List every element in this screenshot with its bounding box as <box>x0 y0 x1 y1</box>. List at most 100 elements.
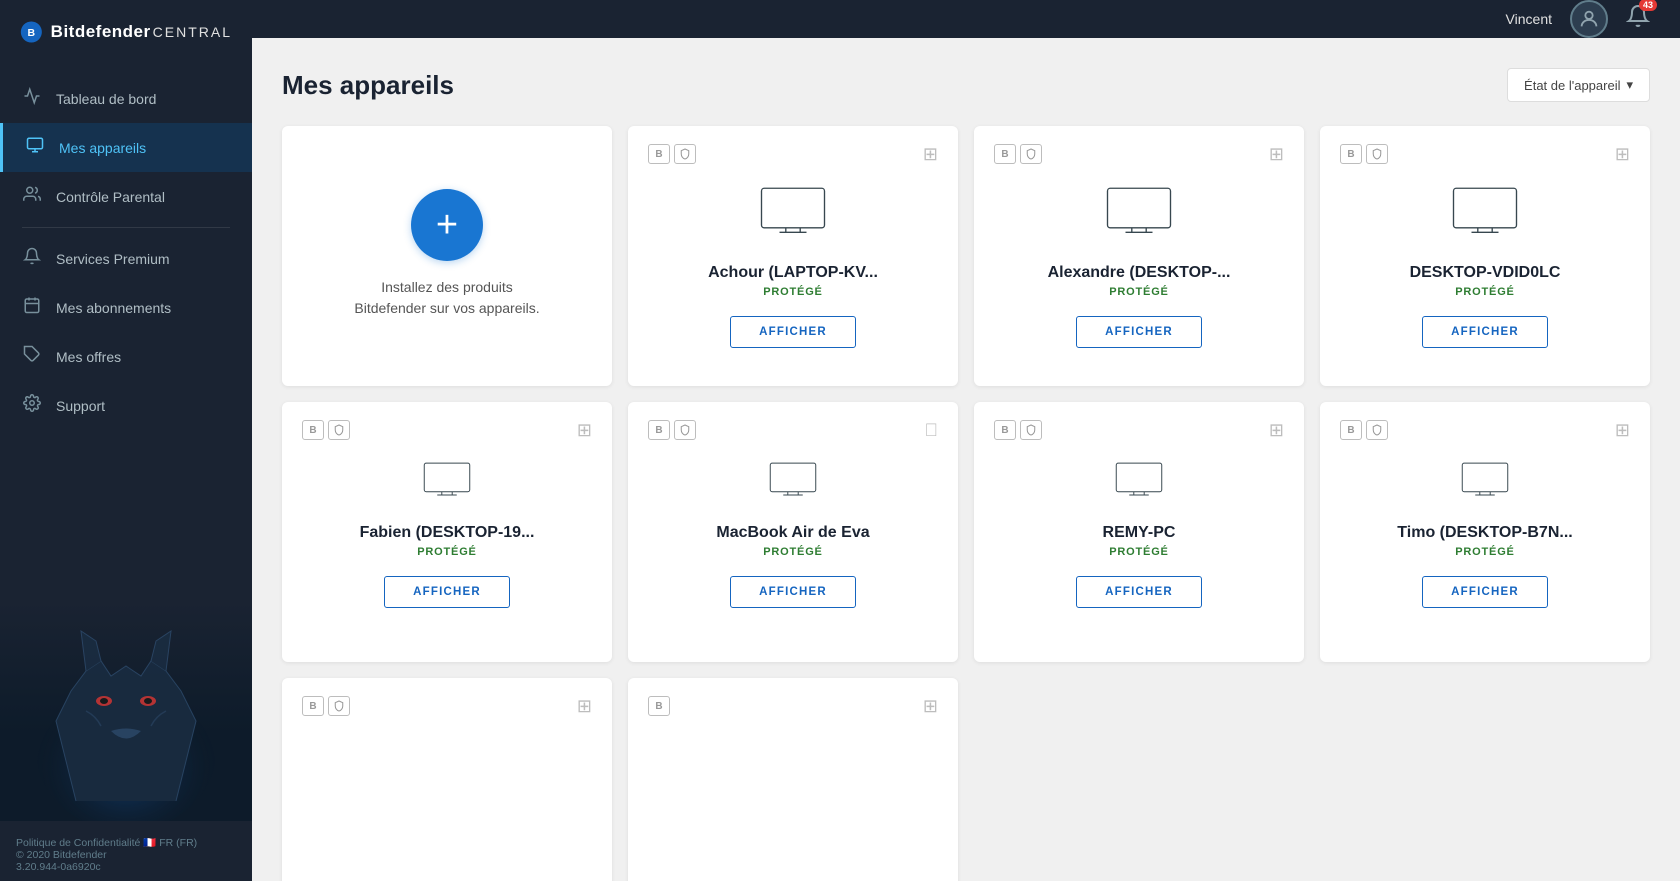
device-monitor-icon <box>1113 459 1165 508</box>
sidebar-item-label: Tableau de bord <box>56 91 156 107</box>
sidebar-item-label: Mes appareils <box>59 140 146 156</box>
windows-icon: ⊞ <box>923 144 938 165</box>
bitdefender-badge: B <box>994 144 1016 164</box>
afficher-button-3[interactable]: AFFICHER <box>384 576 510 608</box>
sidebar-item-label: Mes abonnements <box>56 300 171 316</box>
page-header: Mes appareils État de l'appareil ▾ <box>282 68 1650 102</box>
card-badges: B ⊞ <box>994 144 1284 165</box>
device-status: PROTÉGÉ <box>417 546 476 558</box>
device-monitor-icon <box>767 459 819 508</box>
sidebar-item-label: Services Premium <box>56 251 170 267</box>
afficher-button-1[interactable]: AFFICHER <box>1076 316 1202 348</box>
device-monitor-icon <box>421 459 473 508</box>
chart-icon <box>22 87 42 110</box>
device-status: PROTÉGÉ <box>763 546 822 558</box>
card-badges: B ⊞ <box>994 420 1284 441</box>
notification-count: 43 <box>1639 0 1657 11</box>
device-status: PROTÉGÉ <box>1109 546 1168 558</box>
windows-icon: ⊞ <box>1269 144 1284 165</box>
sidebar-item-services-premium[interactable]: Services Premium <box>0 234 252 283</box>
svg-text:B: B <box>28 27 36 39</box>
device-card-3: B ⊞ Fabien (DESKTOP-19... <box>282 402 612 662</box>
device-card-5: B ⊞ REMY-PC PROTÉGÉ <box>974 402 1304 662</box>
bitdefender-badge: B <box>648 420 670 440</box>
sidebar-item-mes-offres[interactable]: Mes offres <box>0 332 252 381</box>
wolf-illustration <box>0 601 252 821</box>
sidebar-item-mes-appareils[interactable]: Mes appareils <box>0 123 252 172</box>
main-content: Vincent 43 Mes appareils État de l'appar… <box>252 0 1680 881</box>
device-card-7: B ⊞ <box>282 678 612 881</box>
bitdefender-badge: B <box>994 420 1016 440</box>
card-badges: B ⊞ <box>302 696 592 717</box>
shield-badge <box>1366 420 1388 440</box>
afficher-button-2[interactable]: AFFICHER <box>1422 316 1548 348</box>
sidebar-item-mes-abonnements[interactable]: Mes abonnements <box>0 283 252 332</box>
device-status-filter[interactable]: État de l'appareil ▾ <box>1507 68 1650 102</box>
sidebar-item-controle-parental[interactable]: Contrôle Parental <box>0 172 252 221</box>
card-badges: B ⊞ <box>1340 420 1630 441</box>
device-card-6: B ⊞ Timo (DESKTOP-B7N... <box>1320 402 1650 662</box>
brand-name: BitdefenderCENTRAL <box>51 22 232 42</box>
windows-icon: ⊞ <box>1615 144 1630 165</box>
apple-icon:  <box>925 420 939 441</box>
device-monitor-icon <box>1103 183 1175 248</box>
privacy-link[interactable]: Politique de Confidentialité <box>16 837 140 849</box>
windows-icon: ⊞ <box>923 696 938 717</box>
sidebar-item-support[interactable]: Support <box>0 381 252 430</box>
avatar[interactable] <box>1570 0 1608 38</box>
calendar-icon <box>22 296 42 319</box>
device-name: Alexandre (DESKTOP-... <box>1048 264 1231 282</box>
add-card-text: Installez des produits Bitdefender sur v… <box>354 277 539 319</box>
flag-icon: 🇫🇷 <box>143 837 159 849</box>
windows-icon: ⊞ <box>1615 420 1630 441</box>
shield-badge <box>674 144 696 164</box>
notifications-bell[interactable]: 43 <box>1626 4 1650 34</box>
bitdefender-badge: B <box>648 696 670 716</box>
page-title: Mes appareils <box>282 70 454 101</box>
shield-badge <box>1020 144 1042 164</box>
bitdefender-badge: B <box>1340 420 1362 440</box>
bitdefender-badge: B <box>1340 144 1362 164</box>
device-name: MacBook Air de Eva <box>716 524 869 542</box>
device-name: Timo (DESKTOP-B7N... <box>1397 524 1572 542</box>
device-monitor-icon <box>1449 183 1521 248</box>
gear-icon <box>22 394 42 417</box>
device-name: REMY-PC <box>1103 524 1176 542</box>
version-text: 3.20.944-0a6920c <box>16 861 236 873</box>
sidebar-item-tableau-de-bord[interactable]: Tableau de bord <box>0 74 252 123</box>
add-device-card: + Installez des produits Bitdefender sur… <box>282 126 612 386</box>
page-content: Mes appareils État de l'appareil ▾ + Ins… <box>252 38 1680 881</box>
card-badges: B ⊞ <box>648 696 938 717</box>
chevron-down-icon: ▾ <box>1626 77 1633 93</box>
device-status: PROTÉGÉ <box>1109 286 1168 298</box>
device-status: PROTÉGÉ <box>1455 546 1514 558</box>
device-status: PROTÉGÉ <box>1455 286 1514 298</box>
filter-label: État de l'appareil <box>1524 78 1620 93</box>
shield-badge <box>328 696 350 716</box>
sidebar-item-label: Contrôle Parental <box>56 189 165 205</box>
language-label: FR (FR) <box>159 837 197 849</box>
device-card-2: B ⊞ DESKTOP-VDID0LC P <box>1320 126 1650 386</box>
device-status: PROTÉGÉ <box>763 286 822 298</box>
copyright-text: © 2020 Bitdefender <box>16 849 236 861</box>
card-badges: B ⊞ <box>302 420 592 441</box>
shield-badge <box>328 420 350 440</box>
afficher-button-6[interactable]: AFFICHER <box>1422 576 1548 608</box>
device-card-1: B ⊞ Alexandre (DESKTOP-... <box>974 126 1304 386</box>
shield-badge <box>1366 144 1388 164</box>
device-card-8: B ⊞ <box>628 678 958 881</box>
afficher-button-5[interactable]: AFFICHER <box>1076 576 1202 608</box>
device-name: Achour (LAPTOP-KV... <box>708 264 878 282</box>
add-device-button[interactable]: + <box>411 189 483 261</box>
sidebar-footer: Politique de Confidentialité 🇫🇷 FR (FR) … <box>0 826 252 881</box>
afficher-button-4[interactable]: AFFICHER <box>730 576 856 608</box>
card-badges: B ⊞ <box>648 144 938 165</box>
device-monitor-icon <box>757 183 829 248</box>
logo: B BitdefenderCENTRAL <box>0 0 252 64</box>
afficher-button-0[interactable]: AFFICHER <box>730 316 856 348</box>
windows-icon: ⊞ <box>577 420 592 441</box>
shield-badge <box>1020 420 1042 440</box>
bitdefender-badge: B <box>648 144 670 164</box>
users-icon <box>22 185 42 208</box>
card-badges: B  <box>648 420 938 441</box>
